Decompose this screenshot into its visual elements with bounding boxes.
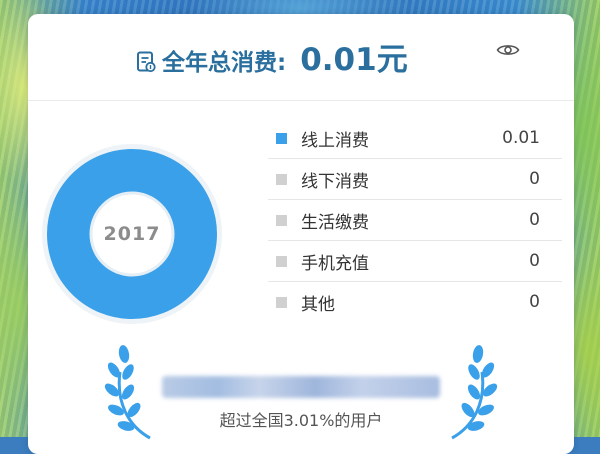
list-item: 生活缴费 0 <box>268 200 562 241</box>
category-label: 线下消费 <box>301 171 369 192</box>
total-spending-title: 全年总消费: 0.01元 <box>136 34 408 79</box>
category-list: 线上消费 0.01 线下消费 0 生活缴费 0 手机充值 0 其他 0 <box>268 118 562 322</box>
category-value: 0 <box>529 251 540 271</box>
legend-swatch <box>276 132 287 144</box>
bill-icon <box>137 51 156 73</box>
blurred-username <box>162 376 440 398</box>
ranking-section: 超过全国3.01%的用户 <box>28 330 574 440</box>
spending-donut-chart: 2017 <box>42 144 222 324</box>
spending-breakdown: 2017 线上消费 0.01 线下消费 0 生活缴费 0 手机充值 0 其他 0 <box>28 100 574 330</box>
legend-swatch <box>276 296 287 308</box>
category-label: 生活缴费 <box>301 212 369 233</box>
category-label: 其他 <box>301 294 335 315</box>
annual-bill-card: 全年总消费: 0.01元 2017 线上消费 0.01 线下消费 0 生活缴费 … <box>28 14 574 454</box>
category-label: 线上消费 <box>301 130 369 151</box>
legend-swatch <box>276 173 287 185</box>
category-value: 0 <box>529 292 540 312</box>
category-label: 手机充值 <box>301 253 369 274</box>
list-item: 线上消费 0.01 <box>268 118 562 159</box>
total-spending-value: 0.01元 <box>300 42 408 78</box>
total-spending-label: 全年总消费: <box>162 50 287 76</box>
category-value: 0.01 <box>502 128 540 148</box>
laurel-icon <box>451 345 498 440</box>
eye-icon[interactable] <box>496 42 520 58</box>
list-item: 线下消费 0 <box>268 159 562 200</box>
donut-year-label: 2017 <box>103 223 161 245</box>
category-value: 0 <box>529 169 540 189</box>
category-value: 0 <box>529 210 540 230</box>
list-item: 手机充值 0 <box>268 241 562 282</box>
legend-swatch <box>276 255 287 267</box>
legend-swatch <box>276 214 287 226</box>
card-header: 全年总消费: 0.01元 <box>28 14 574 100</box>
list-item: 其他 0 <box>268 282 562 322</box>
